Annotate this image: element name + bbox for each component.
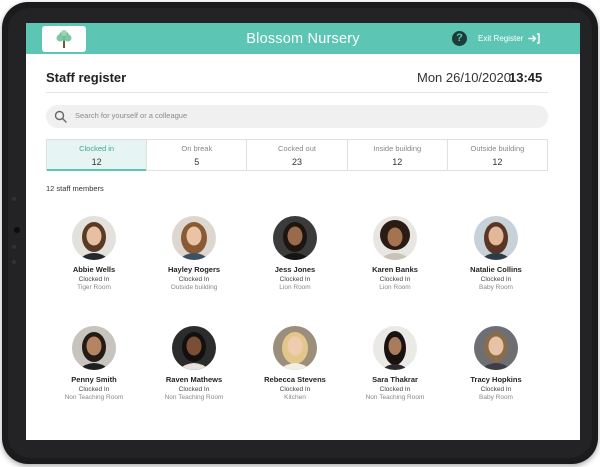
staff-room: Kitchen [284,394,306,401]
staff-card[interactable]: Sara Thakrar Clocked In Non Teaching Roo… [345,326,445,401]
tab-clocked-in[interactable]: Clocked in 12 [47,140,148,171]
tab-count: 23 [292,157,303,167]
staff-card[interactable]: Natalie Collins Clocked In Baby Room [446,216,546,291]
exit-register-button[interactable]: Exit Register [478,23,541,54]
help-icon[interactable]: ? [452,31,467,46]
staff-card[interactable]: Abbie Wells Clocked In Tiger Room [44,216,144,291]
staff-name: Tracy Hopkins [470,375,522,384]
staff-room: Baby Room [479,284,513,291]
staff-name: Karen Banks [372,265,418,274]
exit-register-label: Exit Register [478,34,524,43]
staff-room: Lion Room [379,284,411,291]
tab-count: 12 [492,157,503,167]
tab-on-break[interactable]: On break 5 [147,140,248,170]
staff-card[interactable]: Rebecca Stevens Clocked In Kitchen [245,326,345,401]
avatar [72,216,116,260]
avatar [474,326,518,370]
current-date: Mon 26/10/2020 [417,70,511,85]
staff-name: Penny Smith [71,375,117,384]
staff-status: Clocked In [480,386,512,393]
avatar [373,216,417,260]
staff-card[interactable]: Raven Mathews Clocked In Non Teaching Ro… [144,326,244,401]
tab-clocked-out[interactable]: Cocked out 23 [247,140,348,170]
tab-label: On break [181,144,213,153]
staff-room: Lion Room [279,284,311,291]
current-time: 13:45 [509,70,543,85]
staff-card[interactable]: Tracy Hopkins Clocked In Baby Room [446,326,546,401]
staff-status: Clocked In [379,386,411,393]
staff-name: Jess Jones [274,265,316,274]
side-sensor [12,245,16,249]
divider [46,92,548,93]
avatar [474,216,518,260]
avatar [373,326,417,370]
staff-card[interactable]: Hayley Rogers Clocked In Outside buildin… [144,216,244,291]
staff-room: Non Teaching Room [365,394,425,401]
staff-status: Clocked In [78,386,110,393]
tab-label: Outside building [470,144,525,153]
staff-status: Clocked In [379,276,411,283]
tab-label: Cocked out [278,144,316,153]
top-bar: Blossom Nursery ? Exit Register [26,23,580,54]
search-placeholder: Search for yourself or a colleague [75,111,188,120]
staff-card[interactable]: Jess Jones Clocked In Lion Room [245,216,345,291]
staff-name: Hayley Rogers [167,265,221,274]
staff-count: 12 staff members [46,184,104,193]
staff-status: Clocked In [78,276,110,283]
tab-label: Inside building [373,144,422,153]
avatar [273,216,317,260]
staff-room: Outside building [170,284,218,291]
avatar [273,326,317,370]
staff-name: Abbie Wells [72,265,116,274]
tab-count: 12 [392,157,403,167]
staff-name: Sara Thakrar [372,375,418,384]
staff-status: Clocked In [178,276,210,283]
exit-icon [528,33,541,44]
tab-inside-building[interactable]: Inside building 12 [348,140,448,170]
staff-name: Raven Mathews [165,375,223,384]
staff-card[interactable]: Penny Smith Clocked In Non Teaching Room [44,326,144,401]
search-input[interactable]: Search for yourself or a colleague [46,105,548,128]
tab-count: 5 [194,157,200,167]
staff-room: Baby Room [479,394,513,401]
staff-room: Tiger Room [77,284,111,291]
tab-label: Clocked in [79,144,115,153]
avatar [172,216,216,260]
tab-count: 12 [91,157,102,167]
status-tabs: Clocked in 12 On break 5 Cocked out 23 I… [46,139,548,171]
staff-card[interactable]: Karen Banks Clocked In Lion Room [345,216,445,291]
avatar [72,326,116,370]
staff-status: Clocked In [279,276,311,283]
staff-status: Clocked In [279,386,311,393]
avatar [172,326,216,370]
staff-room: Non Teaching Room [164,394,224,401]
page-title: Staff register [46,70,127,85]
side-sensor [12,260,16,264]
staff-status: Clocked In [480,276,512,283]
staff-status: Clocked In [178,386,210,393]
side-sensor [12,197,16,201]
search-icon [54,110,67,123]
staff-name: Rebecca Stevens [264,375,326,384]
app-screen: Blossom Nursery ? Exit Register Staff re… [26,23,580,440]
camera-dot [14,227,20,233]
staff-room: Non Teaching Room [64,394,124,401]
staff-name: Natalie Collins [470,265,522,274]
tab-outside-building[interactable]: Outside building 12 [448,140,547,170]
